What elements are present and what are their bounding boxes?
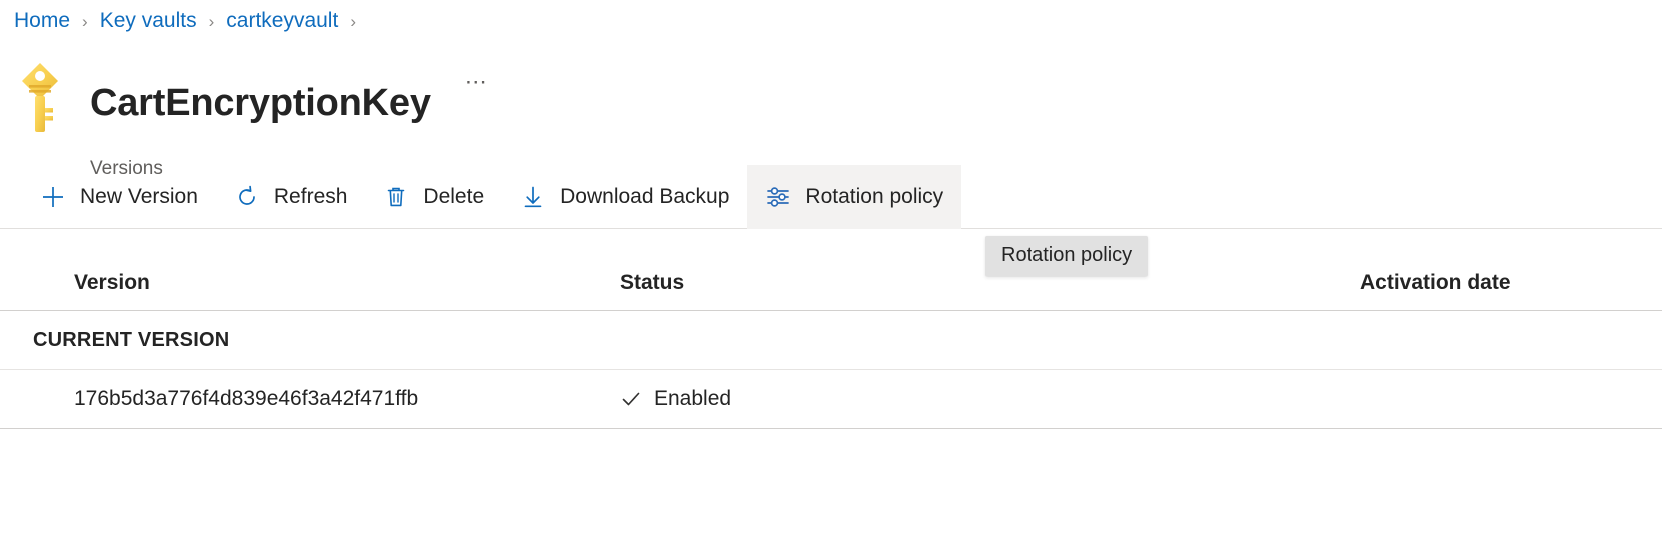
rotation-policy-label: Rotation policy bbox=[805, 184, 944, 208]
download-backup-label: Download Backup bbox=[560, 184, 730, 208]
download-icon bbox=[520, 184, 546, 210]
sliders-icon bbox=[765, 184, 791, 210]
column-header-activation-date[interactable]: Activation date bbox=[1360, 271, 1662, 295]
tooltip-rotation-policy: Rotation policy bbox=[985, 236, 1149, 276]
chevron-right-icon: › bbox=[350, 11, 356, 31]
breadcrumb-item-home[interactable]: Home bbox=[14, 9, 70, 33]
breadcrumb: Home › Key vaults › cartkeyvault › bbox=[14, 6, 368, 36]
plus-icon bbox=[40, 184, 66, 210]
checkmark-icon bbox=[620, 388, 642, 410]
page-title: CartEncryptionKey bbox=[90, 82, 431, 125]
breadcrumb-item-key-vaults[interactable]: Key vaults bbox=[100, 9, 197, 33]
page-header: CartEncryptionKey ⋯ Versions bbox=[16, 56, 493, 181]
new-version-label: New Version bbox=[80, 184, 198, 208]
key-icon bbox=[16, 56, 64, 140]
new-version-button[interactable]: New Version bbox=[22, 165, 216, 229]
delete-label: Delete bbox=[423, 184, 485, 208]
download-backup-button[interactable]: Download Backup bbox=[502, 165, 747, 229]
rotation-policy-button[interactable]: Rotation policy bbox=[747, 164, 962, 229]
trash-icon bbox=[383, 184, 409, 210]
versions-table: Version Status Activation date CURRENT V… bbox=[0, 255, 1662, 429]
more-options-button[interactable]: ⋯ bbox=[461, 68, 493, 96]
cell-status: Enabled bbox=[620, 387, 1360, 411]
refresh-button[interactable]: Refresh bbox=[216, 165, 366, 229]
cell-version: 176b5d3a776f4d839e46f3a42f471ffb bbox=[74, 387, 419, 410]
group-label-current-version: CURRENT VERSION bbox=[33, 328, 230, 351]
chevron-right-icon: › bbox=[82, 11, 88, 31]
table-group-header: CURRENT VERSION bbox=[0, 311, 1662, 369]
status-text: Enabled bbox=[654, 387, 732, 410]
table-row[interactable]: 176b5d3a776f4d839e46f3a42f471ffb Enabled bbox=[0, 369, 1662, 429]
breadcrumb-item-cartkeyvault[interactable]: cartkeyvault bbox=[226, 9, 338, 33]
column-header-version[interactable]: Version bbox=[0, 271, 620, 295]
refresh-icon bbox=[234, 184, 260, 210]
command-bar: New Version Refresh Delete Download Back… bbox=[0, 164, 1662, 229]
chevron-right-icon: › bbox=[208, 11, 215, 31]
refresh-label: Refresh bbox=[273, 184, 348, 208]
delete-button[interactable]: Delete bbox=[365, 165, 502, 229]
table-header-row: Version Status Activation date bbox=[0, 255, 1662, 311]
